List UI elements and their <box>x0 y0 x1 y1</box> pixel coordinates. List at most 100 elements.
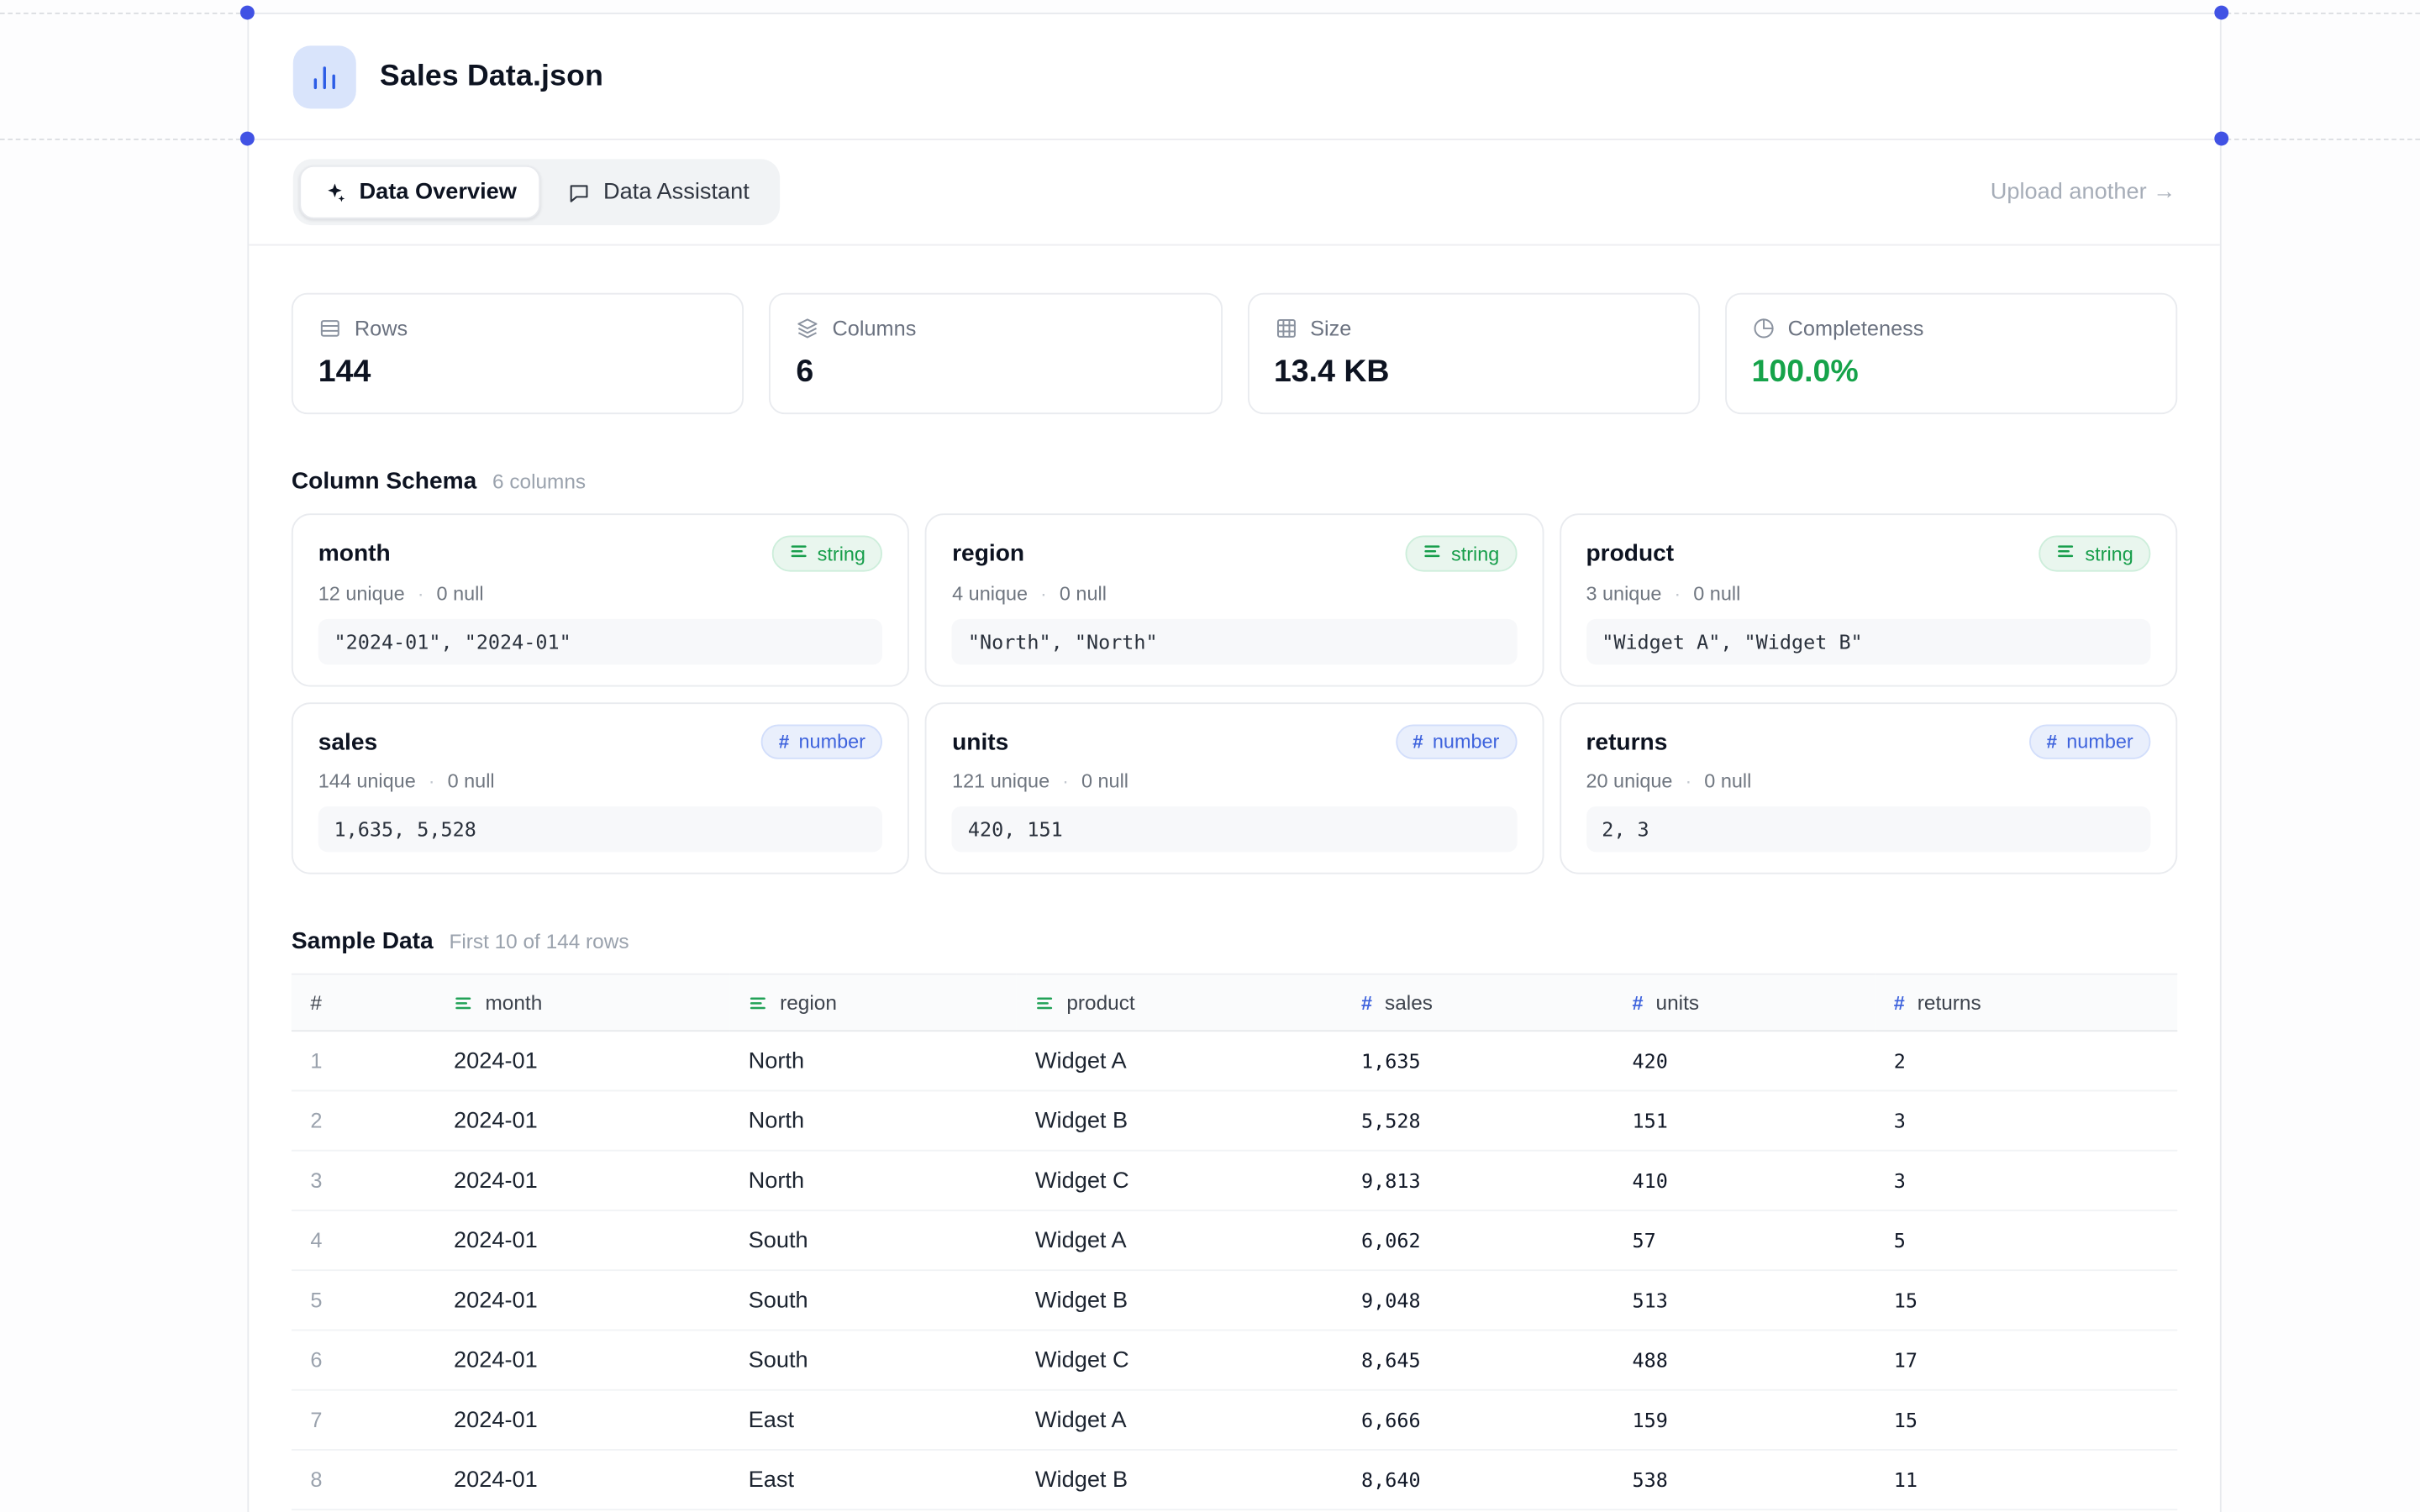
selection-handle[interactable] <box>2214 6 2228 20</box>
lines-icon <box>749 993 768 1012</box>
tab-data-assistant[interactable]: Data Assistant <box>544 165 773 219</box>
cell-product: Widget B <box>1016 1090 1342 1150</box>
column-name: region <box>952 540 1024 567</box>
cell-index: 2 <box>292 1090 435 1150</box>
table-row: 22024-01NorthWidget B5,5281513 <box>292 1090 2177 1150</box>
cell-month: 2024-01 <box>435 1151 730 1210</box>
schema-card-units: units # number 121 unique · 0 null 420, … <box>925 702 1544 874</box>
table-row: 12024-01NorthWidget A1,6354202 <box>292 1031 2177 1090</box>
cell-region: South <box>729 1270 1016 1330</box>
cell-returns: 11 <box>1875 1450 2177 1509</box>
layers-icon <box>796 317 819 340</box>
cell-units: 159 <box>1613 1390 1875 1450</box>
rows-icon <box>318 317 342 340</box>
stat-card-rows: Rows 144 <box>292 293 744 414</box>
column-schema-section-header: Column Schema 6 columns <box>292 468 2177 495</box>
bar-chart-icon <box>293 45 356 108</box>
upload-another-link[interactable]: Upload another → <box>1991 180 2176 205</box>
stats-row: Rows 144 Columns 6 Size 13.4 KB Complete… <box>292 293 2177 414</box>
sample-values: "Widget A", "Widget B" <box>1586 619 2150 664</box>
schema-card-returns: returns # number 20 unique · 0 null 2, 3 <box>1560 702 2178 874</box>
cell-product: Widget B <box>1016 1270 1342 1330</box>
selection-handle[interactable] <box>240 6 255 20</box>
cell-sales: 8,645 <box>1343 1330 1614 1389</box>
lines-icon <box>1035 993 1055 1012</box>
cell-month: 2024-01 <box>435 1450 730 1509</box>
cell-index: 7 <box>292 1390 435 1450</box>
file-header: Sales Data.json <box>249 14 2220 140</box>
table-body: 12024-01NorthWidget A1,635420222024-01No… <box>292 1031 2177 1509</box>
table-row: 42024-01SouthWidget A6,062575 <box>292 1210 2177 1270</box>
cell-region: North <box>729 1031 1016 1090</box>
col-header-returns: #returns <box>1875 974 2177 1032</box>
cell-product: Widget C <box>1016 1330 1342 1389</box>
tab-data-overview[interactable]: Data Overview <box>299 165 540 219</box>
hash-icon: # <box>1413 731 1423 753</box>
page-title: Sales Data.json <box>380 59 603 93</box>
cell-sales: 6,666 <box>1343 1390 1614 1450</box>
sparkles-icon <box>323 181 346 204</box>
cell-index: 4 <box>292 1210 435 1270</box>
cell-month: 2024-01 <box>435 1270 730 1330</box>
selection-handle[interactable] <box>2214 132 2228 146</box>
column-name: sales <box>318 728 377 755</box>
table-row: 52024-01SouthWidget B9,04851315 <box>292 1270 2177 1330</box>
hash-icon: # <box>1633 991 1644 1013</box>
cell-product: Widget C <box>1016 1151 1342 1210</box>
tab-bar: Data Overview Data Assistant <box>293 159 780 225</box>
table-row: 72024-01EastWidget A6,66615915 <box>292 1390 2177 1450</box>
col-header-units: #units <box>1613 974 1875 1032</box>
stat-value: 13.4 KB <box>1274 354 1673 391</box>
canvas: Sales Data.json Data Overview Data Assis… <box>0 0 2420 1512</box>
col-header-sales: #sales <box>1343 974 1614 1032</box>
sample-values: 420, 151 <box>952 806 1517 852</box>
stat-label: Size <box>1310 317 1351 340</box>
stat-label: Completeness <box>1788 317 1924 340</box>
cell-units: 410 <box>1613 1151 1875 1210</box>
column-stats: 3 unique · 0 null <box>1586 583 2150 605</box>
stat-value: 144 <box>318 354 718 391</box>
cell-region: North <box>729 1151 1016 1210</box>
main-content: Rows 144 Columns 6 Size 13.4 KB Complete… <box>249 293 2220 1510</box>
type-badge: string <box>2039 536 2150 572</box>
cell-product: Widget B <box>1016 1450 1342 1509</box>
sample-values: 2, 3 <box>1586 806 2150 852</box>
cell-month: 2024-01 <box>435 1031 730 1090</box>
grid-icon <box>1274 317 1297 340</box>
col-header-index: # <box>292 974 435 1032</box>
table-row: 82024-01EastWidget B8,64053811 <box>292 1450 2177 1509</box>
sample-table: #monthregionproduct#sales#units#returns … <box>292 974 2177 1510</box>
column-name: month <box>318 540 391 567</box>
cell-returns: 3 <box>1875 1090 2177 1150</box>
cell-region: South <box>729 1330 1016 1389</box>
schema-subtitle: 6 columns <box>492 470 586 493</box>
cell-returns: 15 <box>1875 1270 2177 1330</box>
cell-month: 2024-01 <box>435 1210 730 1270</box>
stat-card-completeness: Completeness 100.0% <box>1725 293 2178 414</box>
column-stats: 12 unique · 0 null <box>318 583 883 605</box>
pie-icon <box>1752 317 1776 340</box>
stat-card-columns: Columns 6 <box>769 293 1222 414</box>
stat-label: Rows <box>355 317 408 340</box>
toolbar: Data Overview Data Assistant Upload anot… <box>249 140 2220 246</box>
sample-values: "2024-01", "2024-01" <box>318 619 883 664</box>
cell-product: Widget A <box>1016 1210 1342 1270</box>
cell-units: 538 <box>1613 1450 1875 1509</box>
column-stats: 20 unique · 0 null <box>1586 770 2150 792</box>
schema-card-product: product string 3 unique · 0 null "Widget… <box>1560 513 2178 686</box>
column-name: returns <box>1586 728 1667 755</box>
cell-returns: 15 <box>1875 1390 2177 1450</box>
cell-units: 57 <box>1613 1210 1875 1270</box>
cell-month: 2024-01 <box>435 1090 730 1150</box>
hash-icon: # <box>1894 991 1905 1013</box>
cell-region: North <box>729 1090 1016 1150</box>
schema-card-month: month string 12 unique · 0 null "2024-01… <box>292 513 910 686</box>
cell-returns: 17 <box>1875 1330 2177 1389</box>
stat-value: 6 <box>796 354 1195 391</box>
table-row: 32024-01NorthWidget C9,8134103 <box>292 1151 2177 1210</box>
selection-handle[interactable] <box>240 132 255 146</box>
cell-sales: 9,813 <box>1343 1151 1614 1210</box>
col-header-product: product <box>1016 974 1342 1032</box>
cell-units: 151 <box>1613 1090 1875 1150</box>
schema-card-region: region string 4 unique · 0 null "North",… <box>925 513 1544 686</box>
